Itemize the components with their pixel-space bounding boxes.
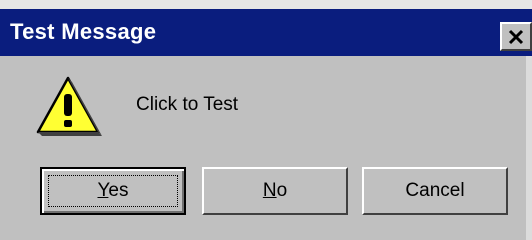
- cancel-button[interactable]: Cancel: [362, 167, 508, 215]
- yes-button[interactable]: Yes: [40, 167, 186, 215]
- dialog-title: Test Message: [10, 19, 157, 44]
- window-frame-right: [526, 56, 532, 240]
- no-button-label: No: [263, 180, 287, 202]
- warning-icon: [32, 74, 104, 140]
- no-accelerator: N: [262, 180, 277, 201]
- no-label-rest: o: [276, 180, 288, 201]
- no-button[interactable]: No: [202, 167, 348, 215]
- dialog-message: Click to Test: [136, 94, 239, 115]
- message-dialog: Test Message Click to Test Yes No Cancel: [0, 0, 532, 240]
- close-button[interactable]: [500, 22, 532, 51]
- focus-indicator: [48, 175, 178, 207]
- close-icon: [507, 29, 525, 45]
- window-frame-top: [0, 0, 532, 9]
- cancel-button-label: Cancel: [405, 180, 465, 201]
- title-bar[interactable]: Test Message: [0, 9, 532, 56]
